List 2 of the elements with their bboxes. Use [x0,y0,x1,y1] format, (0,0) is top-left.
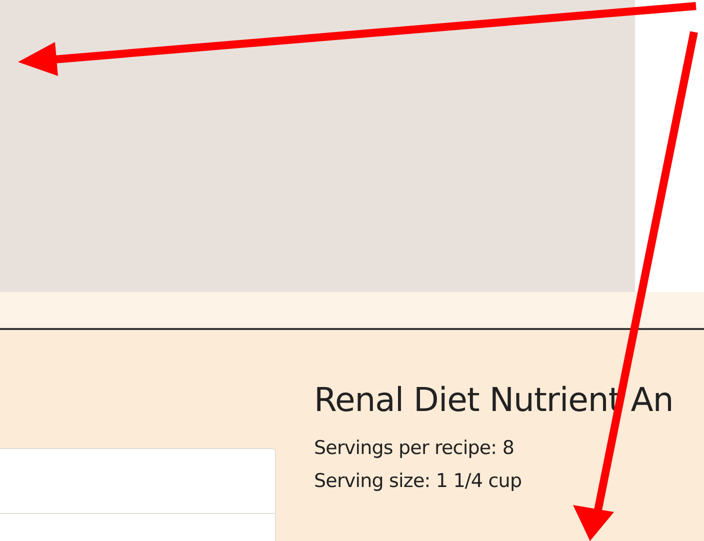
servings-text: Servings per recipe: 8 [314,437,516,459]
serving-size-text: Serving size: 1 1/4 cup [314,470,523,492]
